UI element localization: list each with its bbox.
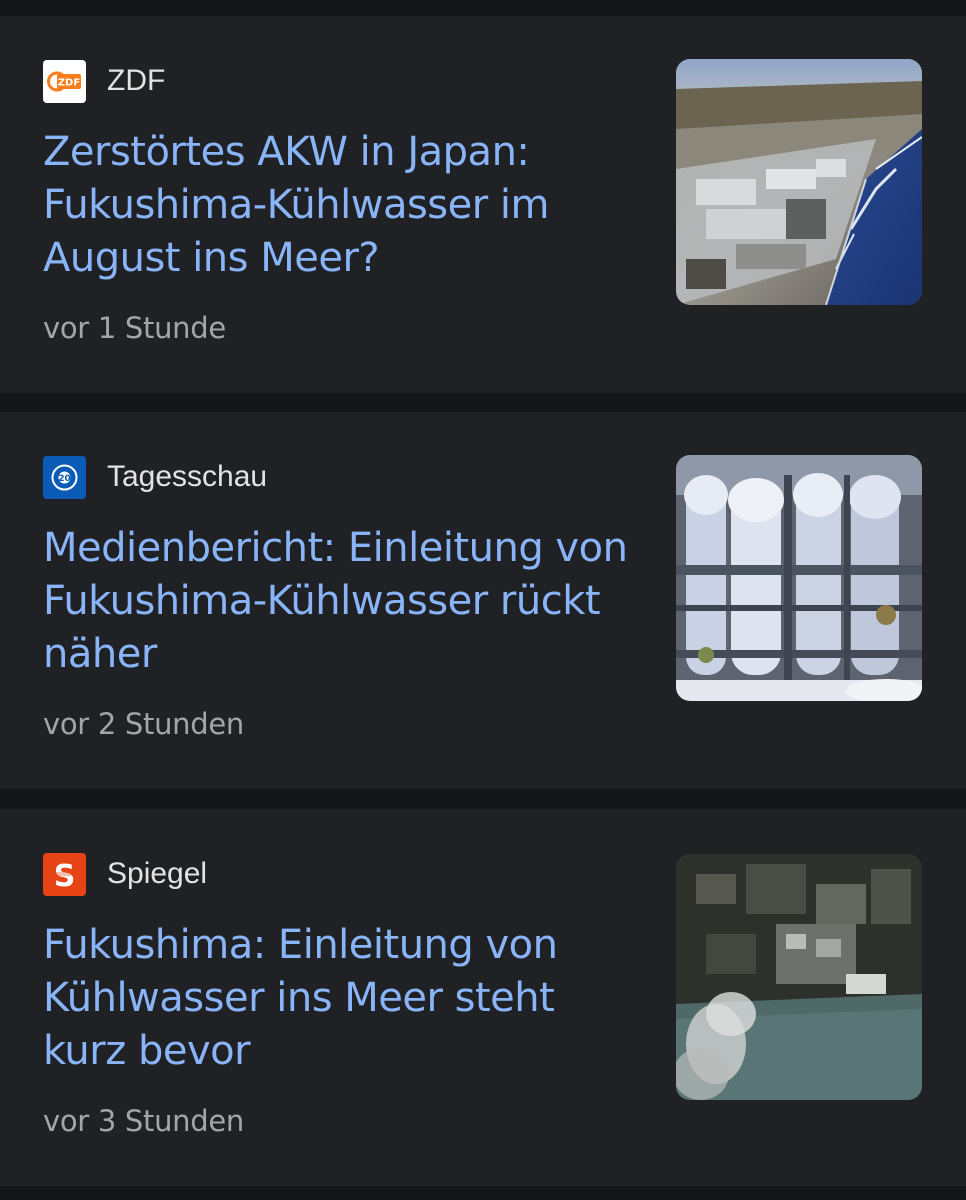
article-timestamp: vor 2 Stunden [43,707,244,741]
source-name: Spiegel [107,857,208,890]
article-card[interactable]: S Spiegel Fukushima: Einleitung von Kühl… [0,809,966,1186]
svg-text:ZDF: ZDF [58,77,80,88]
article-headline[interactable]: Medienbericht: Einleitung von Fukushima-… [43,522,643,681]
svg-text:20: 20 [58,474,71,484]
tagesschau-logo-icon: 20 [43,455,86,499]
article-timestamp: vor 3 Stunden [43,1104,244,1138]
article-headline[interactable]: Zerstörtes AKW in Japan: Fukushima-Kühlw… [43,126,643,285]
article-headline[interactable]: Fukushima: Einleitung von Kühlwasser ins… [43,919,643,1078]
zdf-logo-icon: ZDF [43,59,86,103]
spiegel-logo-icon: S [43,852,86,896]
source-row: S Spiegel [43,852,207,896]
news-feed: ZDF ZDF Zerstörtes AKW in Japan: Fukushi… [0,0,966,1200]
article-card[interactable]: 20 Tagesschau Medienbericht: Einleitung … [0,412,966,789]
aerial-view-of-fukushima-power-plant-coast-image[interactable] [676,59,922,305]
article-timestamp: vor 1 Stunde [43,311,226,345]
satellite-view-of-damaged-plant-with-smoke-image[interactable] [676,854,922,1100]
svg-text:S: S [54,859,76,894]
article-card[interactable]: ZDF ZDF Zerstörtes AKW in Japan: Fukushi… [0,16,966,393]
source-row: ZDF ZDF [43,59,165,103]
source-row: 20 Tagesschau [43,455,267,499]
source-name: ZDF [107,64,166,97]
water-treatment-tanks-and-pipes-image[interactable] [676,455,922,701]
source-name: Tagesschau [107,460,268,493]
